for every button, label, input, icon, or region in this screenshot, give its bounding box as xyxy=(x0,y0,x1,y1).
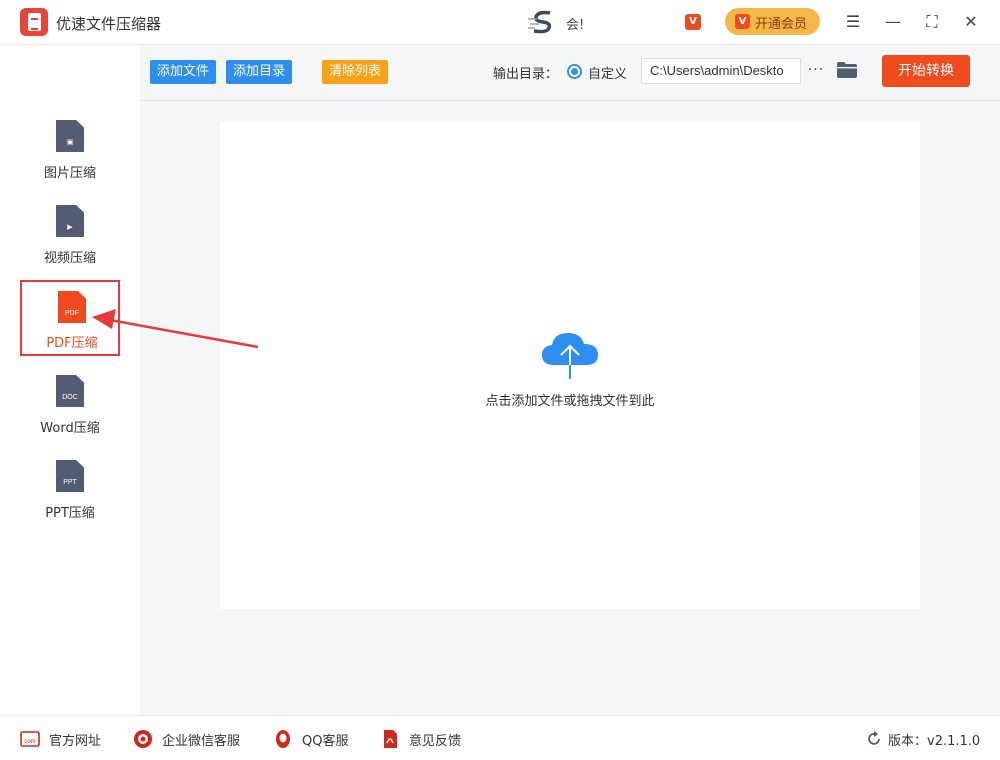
folder-icon[interactable] xyxy=(837,62,857,78)
output-dir-label: 输出目录： xyxy=(493,67,559,82)
add-directory-button[interactable]: 添加目录 xyxy=(226,60,293,84)
version-text: 版本：v2.1.1.0 xyxy=(888,734,981,749)
open-vip-label: 开通会员 xyxy=(755,17,808,32)
pdf-file-icon: PDF xyxy=(58,291,86,323)
file-drop-zone[interactable]: 点击添加文件或拖拽文件到此 xyxy=(220,122,920,609)
close-button[interactable]: ✕ xyxy=(959,10,983,34)
sidebar-item-label: 视频压缩 xyxy=(43,251,96,266)
add-file-button[interactable]: 添加文件 xyxy=(150,60,217,84)
output-path-field[interactable]: C:\Users\admin\Deskto xyxy=(641,58,801,84)
footer-link-label: 企业微信客服 xyxy=(162,734,241,749)
clear-list-button[interactable]: 清除列表 xyxy=(322,60,389,84)
sidebar-item-ppt-compress[interactable]: PPT PPT压缩 xyxy=(20,460,120,536)
wechat-service-icon xyxy=(134,730,152,748)
feedback-icon xyxy=(384,730,397,748)
video-file-icon: ▶ xyxy=(56,205,84,237)
s-logo-icon xyxy=(528,10,552,34)
vip-badge-icon[interactable]: V xyxy=(685,14,701,30)
sidebar-item-image-compress[interactable]: ▣ 图片压缩 xyxy=(20,120,120,196)
upload-cloud-icon xyxy=(542,333,598,379)
pointer-arrow-annotation xyxy=(92,309,259,349)
main-area: 添加文件 添加目录 清除列表 输出目录： 自定义 C:\Users\admin\… xyxy=(140,45,1000,715)
sidebar-item-video-compress[interactable]: ▶ 视频压缩 xyxy=(20,205,120,281)
drop-hint-text: 点击添加文件或拖拽文件到此 xyxy=(485,394,655,409)
start-convert-button[interactable]: 开始转换 xyxy=(882,55,970,87)
refresh-icon[interactable] xyxy=(866,731,882,747)
footer-link-label: 官方网址 xyxy=(49,734,102,749)
footer-link-label: 意见反馈 xyxy=(409,734,462,749)
sidebar-item-label: Word压缩 xyxy=(40,421,100,436)
menu-icon[interactable]: ☰ xyxy=(841,10,865,34)
custom-output-radio[interactable] xyxy=(567,64,582,79)
custom-output-label[interactable]: 自定义 xyxy=(588,63,627,82)
bottom-bar: com 官方网址 企业微信客服 QQ客服 意见反馈 版本：v2.1.1.0 xyxy=(0,715,1000,760)
doc-file-icon: DOC xyxy=(56,375,84,407)
ppt-file-icon: PPT xyxy=(56,460,84,492)
app-title: 优速文件压缩器 xyxy=(56,15,162,33)
qq-icon xyxy=(276,730,290,748)
open-vip-button[interactable]: V 开通会员 xyxy=(725,8,820,35)
website-icon: com xyxy=(20,731,40,747)
footer-link-label: QQ客服 xyxy=(302,734,349,749)
maximize-button[interactable]: ⛶ xyxy=(920,10,944,34)
more-options-button[interactable]: ··· xyxy=(806,59,826,83)
toolbar: 添加文件 添加目录 清除列表 输出目录： 自定义 C:\Users\admin\… xyxy=(140,45,1000,101)
svg-text:com: com xyxy=(24,739,35,745)
minimize-button[interactable]: — xyxy=(881,10,905,34)
member-area[interactable]: 会! xyxy=(528,10,588,34)
sidebar-item-word-compress[interactable]: DOC Word压缩 xyxy=(20,375,120,451)
sidebar-item-label: PPT压缩 xyxy=(45,506,95,521)
sidebar-item-label: 图片压缩 xyxy=(43,166,96,181)
image-file-icon: ▣ xyxy=(56,120,84,152)
app-logo-icon xyxy=(20,8,48,36)
title-bar: 优速文件压缩器 会! V V 开通会员 ☰ — ⛶ ✕ xyxy=(0,0,1000,45)
sidebar: ▣ 图片压缩 ▶ 视频压缩 PDF PDF压缩 DOC Word压缩 PPT P… xyxy=(0,45,140,715)
member-text: 会! xyxy=(566,18,585,33)
vip-mark-icon: V xyxy=(735,14,750,29)
